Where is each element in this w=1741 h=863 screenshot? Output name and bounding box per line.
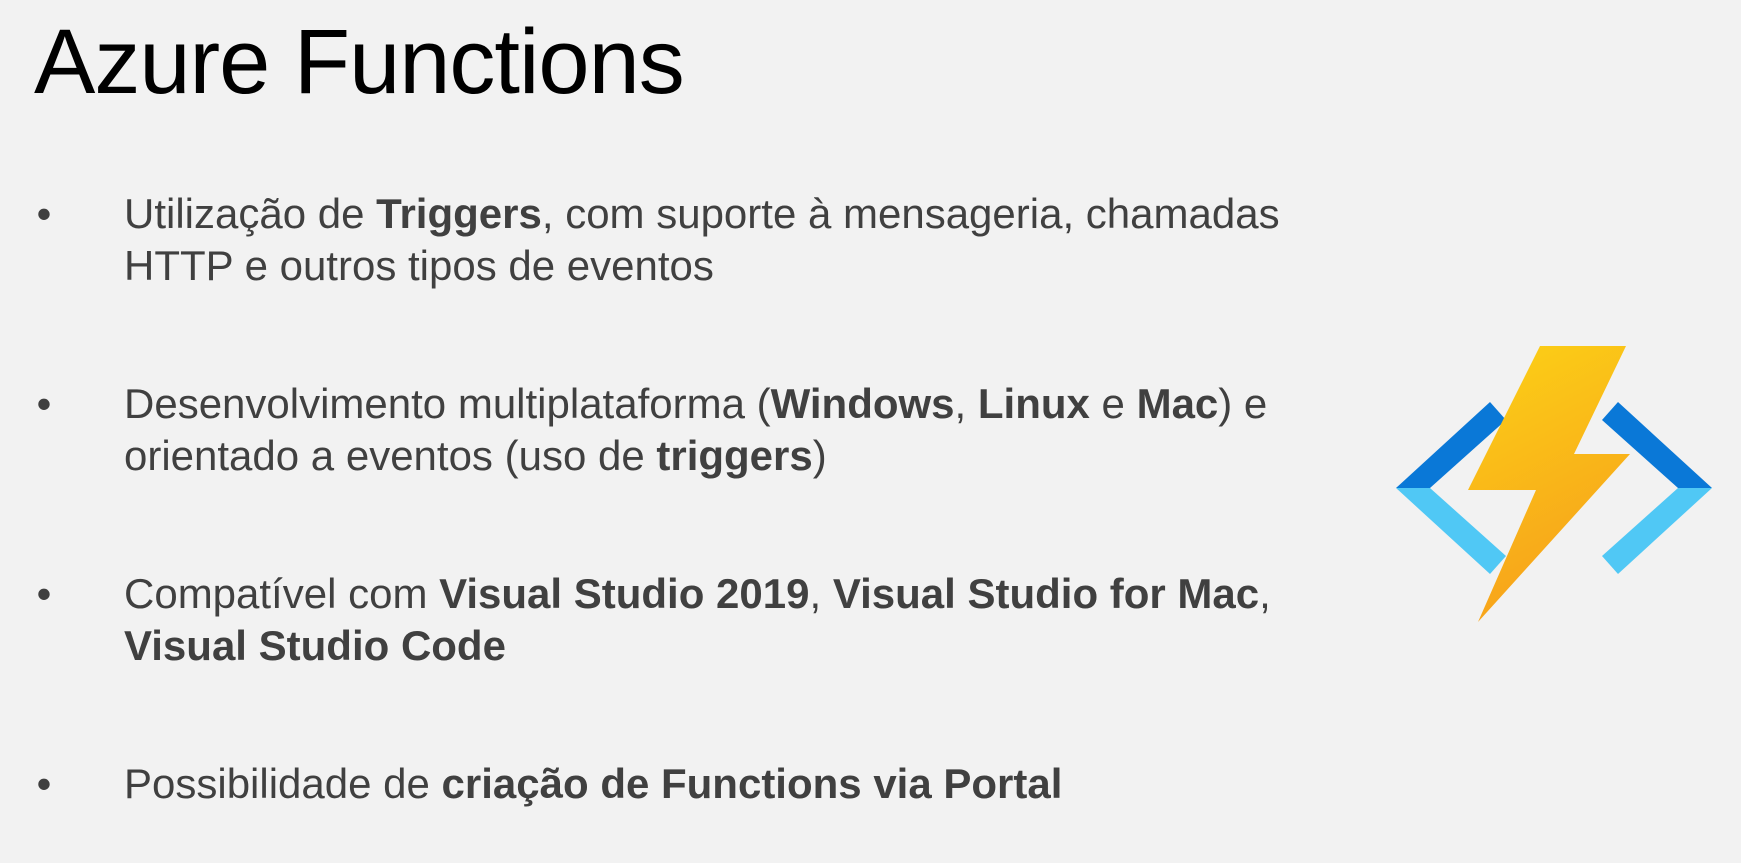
bullet-list: • Utilização de Triggers, com suporte à … (34, 188, 1294, 810)
lightning-bolt (1468, 346, 1630, 622)
slide: Azure Functions • Utilização de Triggers… (0, 0, 1741, 863)
bullet-text-bold: criação de Functions via Portal (441, 760, 1063, 807)
bullet-text-segment: e (1089, 380, 1137, 427)
bullet-icon: • (36, 190, 52, 237)
bullet-text-bold: Triggers (376, 190, 542, 237)
bullet-text-bold: triggers (656, 432, 813, 479)
bullet-text-segment: Desenvolvimento multiplataforma ( (124, 380, 771, 427)
left-bracket-lower (1396, 488, 1506, 574)
bullet-item: • Desenvolvimento multiplataforma (Windo… (34, 378, 1294, 482)
bullet-text-bold: Windows (770, 380, 955, 427)
bullet-item: • Utilização de Triggers, com suporte à … (34, 188, 1294, 292)
bullet-text-bold: Mac (1136, 380, 1219, 427)
bullet-text-bold: Visual Studio 2019 (439, 570, 810, 617)
bullet-text-segment: , (809, 570, 833, 617)
bullet-item: • Possibilidade de criação de Functions … (34, 758, 1294, 810)
slide-title: Azure Functions (34, 11, 685, 113)
bullet-icon: • (36, 380, 52, 427)
bullet-text: Possibilidade de criação de Functions vi… (124, 760, 1062, 807)
azure-functions-logo-icon (1396, 346, 1712, 622)
bullet-text-segment: Compatível com (124, 570, 440, 617)
bullet-text-segment: Possibilidade de (124, 760, 442, 807)
bullet-text-bold: Visual Studio Code (124, 622, 506, 669)
bullet-text: Compatível com Visual Studio 2019, Visua… (124, 570, 1271, 669)
bullet-text: Utilização de Triggers, com suporte à me… (124, 190, 1280, 289)
bullet-text-segment: Utilização de (124, 190, 377, 237)
right-bracket-lower (1602, 488, 1712, 574)
bullet-text-segment: , (1259, 570, 1271, 617)
right-bracket-upper (1602, 402, 1712, 488)
bullet-text-segment: ) (812, 432, 827, 479)
bullet-text-bold: Visual Studio for Mac (832, 570, 1260, 617)
bullet-icon: • (36, 570, 52, 617)
bullet-item: • Compatível com Visual Studio 2019, Vis… (34, 568, 1294, 672)
bullet-icon: • (36, 760, 52, 807)
bullet-text-bold: Linux (977, 380, 1090, 427)
bullet-text: Desenvolvimento multiplataforma (Windows… (124, 380, 1267, 479)
bullet-text-segment: , (954, 380, 978, 427)
